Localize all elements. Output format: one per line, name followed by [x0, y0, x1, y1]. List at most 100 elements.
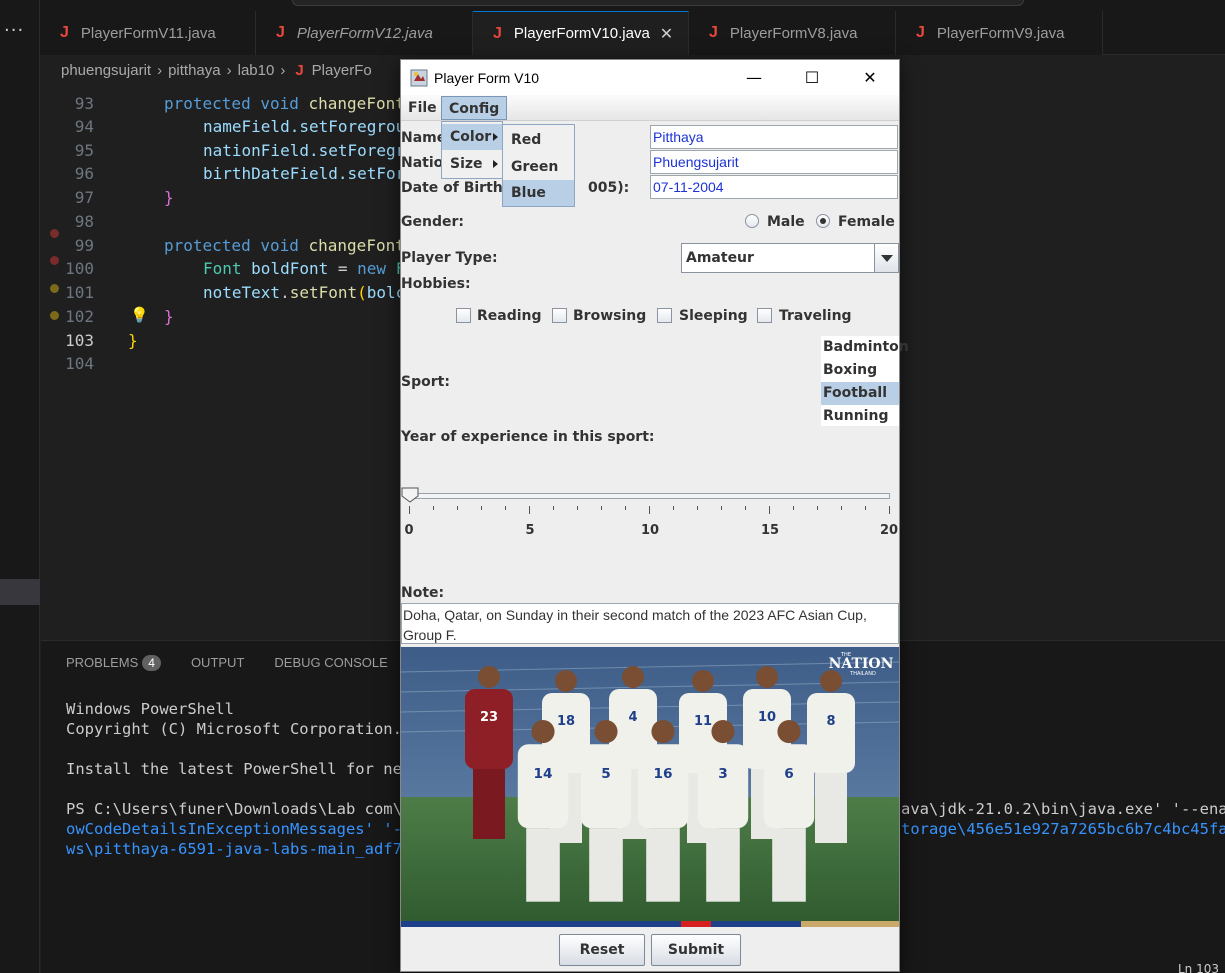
tick-label: 20: [879, 523, 899, 538]
slider-tick: [745, 506, 746, 510]
reading-checkbox[interactable]: [456, 308, 471, 323]
jersey-number: 14: [534, 766, 553, 782]
code-line: }: [164, 307, 174, 326]
tab-playerformv8[interactable]: J PlayerFormV8.java: [689, 11, 896, 55]
chevron-down-icon[interactable]: [874, 244, 898, 272]
list-item[interactable]: Boxing: [821, 359, 899, 382]
surname-field[interactable]: [650, 150, 898, 174]
line-number: 103: [65, 331, 94, 350]
list-item[interactable]: Running: [821, 405, 899, 428]
lightbulb-icon[interactable]: 💡: [130, 306, 149, 324]
jersey-number: 8: [826, 714, 835, 729]
slider-tick: [865, 506, 866, 510]
line-number: 101: [65, 283, 94, 302]
experience-label: Year of experience in this sport:: [401, 429, 655, 445]
chevron-right-icon: [493, 133, 498, 141]
line-number: 94: [74, 117, 94, 136]
code-line: Font boldFont = new F: [203, 259, 405, 278]
tab-playerformv10[interactable]: J PlayerFormV10.java ✕: [473, 11, 689, 55]
team-photo-image: 23 18 4 11 10 8 14 5 16 3 6 NATION THE THAILAND: [401, 647, 899, 927]
menu-config[interactable]: Config: [441, 96, 508, 120]
menu-file[interactable]: File: [401, 96, 444, 120]
window-title-bar[interactable]: Player Form V10 — ☐ ✕: [401, 60, 899, 95]
slider-tick: [433, 506, 434, 510]
male-radio[interactable]: [745, 214, 759, 228]
sport-label: Sport:: [401, 374, 450, 390]
window-title: Player Form V10: [434, 69, 540, 86]
browsing-label[interactable]: Browsing: [573, 308, 646, 324]
code-line: nameField.setForegrou: [203, 117, 406, 136]
config-menu-popup: Color Size: [441, 121, 503, 179]
dob-field[interactable]: [650, 175, 898, 199]
gender-label: Gender:: [401, 214, 464, 230]
slider-tick: [817, 506, 818, 510]
reading-label[interactable]: Reading: [477, 308, 542, 324]
submit-button[interactable]: Submit: [651, 934, 741, 966]
java-file-icon: J: [60, 24, 69, 41]
menu-item-color[interactable]: Color: [442, 124, 502, 150]
female-radio[interactable]: [816, 214, 830, 228]
close-tab-icon[interactable]: ✕: [660, 24, 673, 44]
tab-playerformv9[interactable]: J PlayerFormV9.java: [896, 11, 1103, 55]
java-file-icon: J: [295, 61, 304, 79]
male-label[interactable]: Male: [767, 214, 805, 230]
list-item[interactable]: Badminton: [821, 336, 909, 359]
tab-playerformv11[interactable]: J PlayerFormV11.java: [40, 11, 256, 55]
note-textarea[interactable]: Doha, Qatar, on Sunday in their second m…: [401, 603, 899, 644]
chevron-right-icon: ›: [280, 61, 286, 79]
nationality-label: Natio: [401, 155, 444, 171]
code-line: nationField.setForegr: [203, 141, 406, 160]
more-icon[interactable]: ···: [4, 20, 24, 41]
menu-item-size[interactable]: Size: [442, 151, 502, 177]
breadcrumb-item[interactable]: lab10: [238, 62, 275, 79]
tab-output[interactable]: OUTPUT: [191, 655, 244, 671]
line-number: 100: [65, 259, 94, 278]
menu-item-red[interactable]: Red: [503, 127, 574, 153]
jersey-number: 6: [784, 766, 794, 782]
status-cursor-position[interactable]: Ln 103: [1178, 962, 1219, 973]
list-item-selected[interactable]: Football: [821, 382, 899, 405]
slider-tick: [889, 506, 890, 514]
traveling-label[interactable]: Traveling: [779, 308, 852, 324]
team-photo: 23 18 4 11 10 8 14 5 16 3 6 NATION THE THAILAND: [401, 647, 899, 927]
line-number: 98: [74, 212, 94, 231]
close-button[interactable]: ✕: [841, 60, 899, 95]
minimize-button[interactable]: —: [725, 60, 783, 95]
name-label: Name: [401, 130, 447, 146]
breadcrumb-item[interactable]: phuengsujarit: [61, 62, 151, 79]
tab-debug-console[interactable]: DEBUG CONSOLE: [274, 655, 387, 671]
slider-thumb[interactable]: [401, 487, 419, 503]
experience-slider[interactable]: [409, 493, 890, 499]
browsing-checkbox[interactable]: [552, 308, 567, 323]
activity-bar: ···: [0, 0, 40, 973]
title-bar: [0, 0, 1225, 11]
player-type-combo[interactable]: Amateur: [681, 243, 899, 273]
command-center[interactable]: [292, 0, 1024, 6]
java-file-icon: J: [916, 24, 925, 41]
activity-bar-highlight: [0, 579, 40, 605]
terminal-output-right: ava\jdk-21.0.2\bin\java.exe' '--enabl tor…: [901, 800, 1225, 838]
breadcrumb-item[interactable]: pitthaya: [168, 62, 221, 79]
radio-selected-dot: [820, 218, 826, 224]
maximize-button[interactable]: ☐: [783, 60, 841, 95]
menu-item-green[interactable]: Green: [503, 154, 574, 180]
tab-label: PlayerFormV11.java: [80, 24, 216, 42]
code-line: birthDateField.setFor: [203, 164, 406, 183]
name-field[interactable]: [650, 125, 898, 149]
terminal-output[interactable]: Windows PowerShell Copyright (C) Microsof…: [66, 699, 411, 859]
tab-playerformv12[interactable]: J PlayerFormV12.java: [256, 11, 473, 55]
sleeping-checkbox[interactable]: [657, 308, 672, 323]
traveling-checkbox[interactable]: [757, 308, 772, 323]
breadcrumb-item[interactable]: PlayerFo: [312, 62, 372, 79]
tab-problems[interactable]: PROBLEMS 4: [66, 655, 161, 671]
sleeping-label[interactable]: Sleeping: [679, 308, 748, 324]
menu-bar: File Config: [401, 95, 899, 121]
chevron-right-icon: [493, 160, 498, 168]
sport-list[interactable]: Badminton Boxing Football Running: [821, 336, 909, 428]
jersey-number: 10: [758, 710, 776, 725]
reset-button[interactable]: Reset: [559, 934, 645, 966]
code-line: }: [164, 188, 174, 207]
female-label[interactable]: Female: [838, 214, 895, 230]
jersey-number: 4: [628, 710, 637, 725]
menu-item-blue[interactable]: Blue: [503, 180, 574, 206]
